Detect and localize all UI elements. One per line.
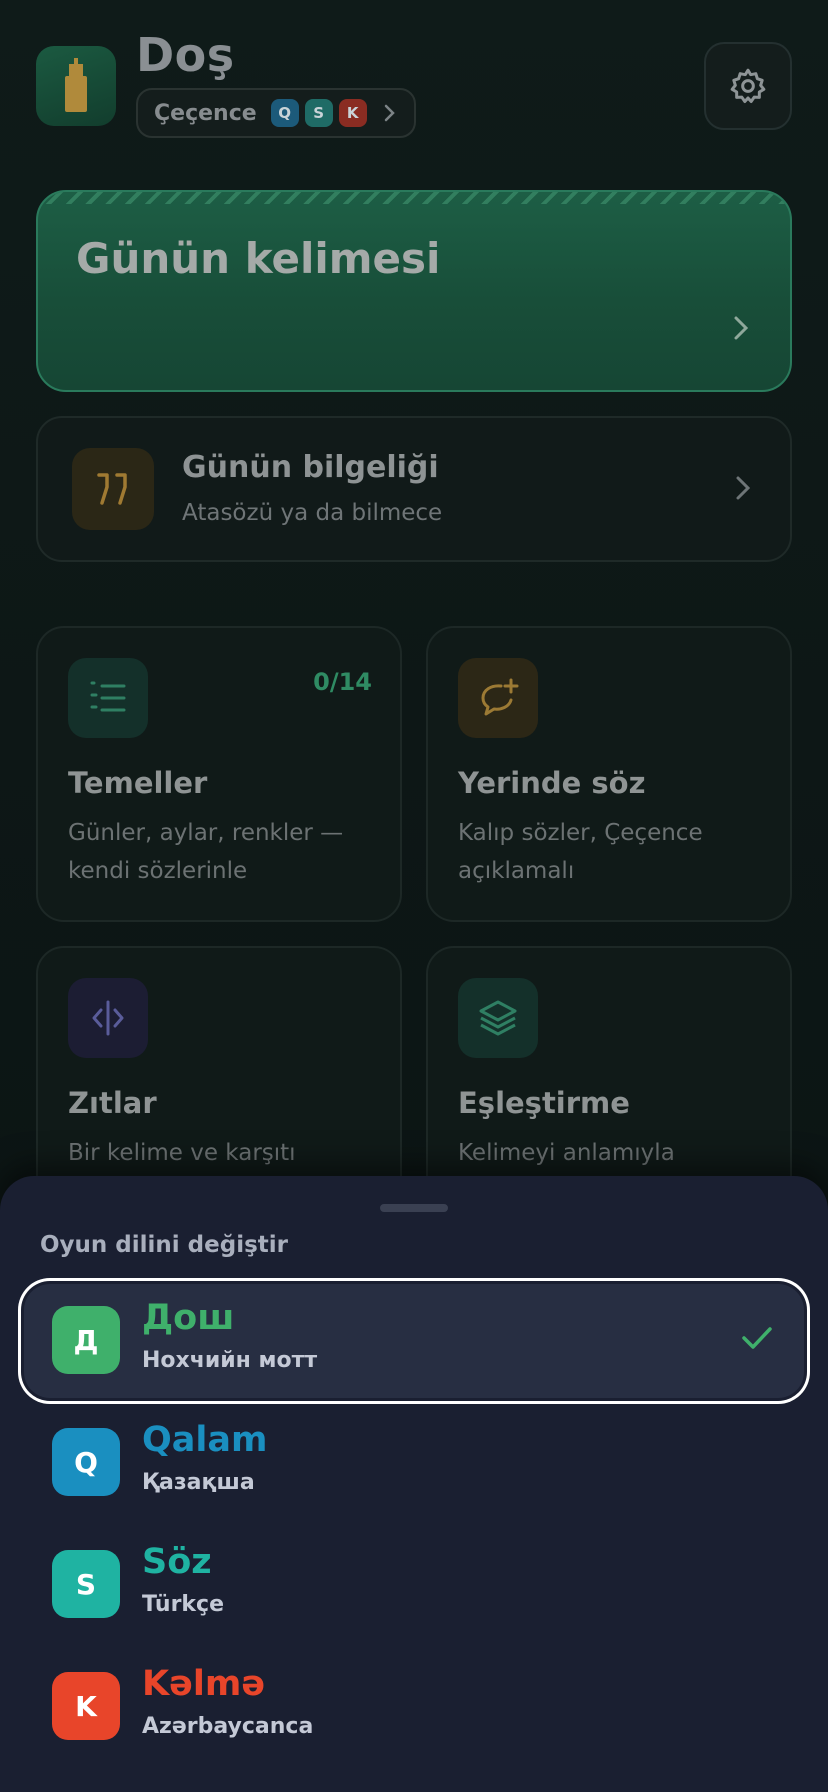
language-option-dosh[interactable]: Д Дош Нохчийн мотт xyxy=(24,1284,804,1398)
mini-app-q-badge: Q xyxy=(270,99,299,127)
gear-icon xyxy=(728,66,768,106)
wisdom-of-the-day-card[interactable]: Günün bilgeliği Atasözü ya da bilmece xyxy=(36,416,792,562)
chevron-right-icon xyxy=(383,103,397,123)
language-subtitle: Нохчийн мотт xyxy=(142,1348,318,1373)
language-subtitle: Azərbaycanca xyxy=(142,1714,314,1739)
layers-icon xyxy=(458,978,538,1058)
chevron-right-icon xyxy=(734,474,752,506)
language-subtitle: Қазақша xyxy=(142,1470,255,1495)
quote-icon xyxy=(72,448,154,530)
language-subtitle: Türkçe xyxy=(142,1592,225,1617)
language-bottom-sheet: Oyun dilini değiştir Д Дош Нохчийн мотт … xyxy=(0,1176,828,1792)
chat-plus-icon xyxy=(458,658,538,738)
card-title: Zıtlar xyxy=(68,1086,157,1120)
word-of-the-day-card[interactable]: Günün kelimesi xyxy=(36,190,792,392)
card-yerinde-soz[interactable]: Yerinde söz Kalıp sözler, Çeçence açıkla… xyxy=(426,626,792,922)
check-icon xyxy=(740,1324,774,1356)
decorative-stripes xyxy=(38,192,790,204)
card-title: Yerinde söz xyxy=(458,766,646,800)
language-name: Kəlmə xyxy=(142,1664,266,1704)
language-badge: Д xyxy=(52,1306,120,1374)
app-title: Doş xyxy=(136,28,235,82)
card-title: Temeller xyxy=(68,766,208,800)
card-description: Bir kelime ve karşıtı xyxy=(68,1140,296,1166)
wisdom-subtitle: Atasözü ya da bilmece xyxy=(182,500,443,526)
card-description: Kelimeyi anlamıyla xyxy=(458,1140,675,1166)
mini-app-s-badge: S xyxy=(304,99,333,127)
split-icon xyxy=(68,978,148,1058)
language-badge: S xyxy=(52,1550,120,1618)
settings-button[interactable] xyxy=(704,42,792,130)
list-icon xyxy=(68,658,148,738)
wisdom-title: Günün bilgeliği xyxy=(182,450,439,485)
language-option-soz[interactable]: S Söz Türkçe xyxy=(24,1528,804,1642)
progress-count: 0/14 xyxy=(313,668,372,696)
sheet-grabber[interactable] xyxy=(380,1204,448,1212)
language-switcher[interactable]: Çeçence Q S K xyxy=(136,88,416,138)
language-option-qalam[interactable]: Q Qalam Қазақша xyxy=(24,1406,804,1520)
language-badge: Q xyxy=(52,1428,120,1496)
card-title: Eşleştirme xyxy=(458,1086,630,1120)
language-name: Söz xyxy=(142,1542,212,1582)
card-description: Günler, aylar, renkler — kendi sözlerinl… xyxy=(68,820,344,884)
language-name: Qalam xyxy=(142,1420,268,1460)
language-label: Çeçence xyxy=(154,100,257,126)
sheet-title: Oyun dilini değiştir xyxy=(40,1232,289,1258)
language-name: Дош xyxy=(142,1298,235,1338)
card-description: Kalıp sözler, Çeçence açıklamalı xyxy=(458,820,703,884)
language-badge: K xyxy=(52,1672,120,1740)
mini-app-k-badge: K xyxy=(338,99,367,127)
app-logo-icon xyxy=(36,46,116,126)
language-option-kelme[interactable]: K Kəlmə Azərbaycanca xyxy=(24,1650,804,1764)
word-of-the-day-title: Günün kelimesi xyxy=(76,234,441,283)
card-temeller[interactable]: 0/14 Temeller Günler, aylar, renkler — k… xyxy=(36,626,402,922)
home-screen: Doş Çeçence Q S K Günün kelimesi Günün b… xyxy=(0,0,828,1792)
chevron-right-icon xyxy=(732,314,750,346)
